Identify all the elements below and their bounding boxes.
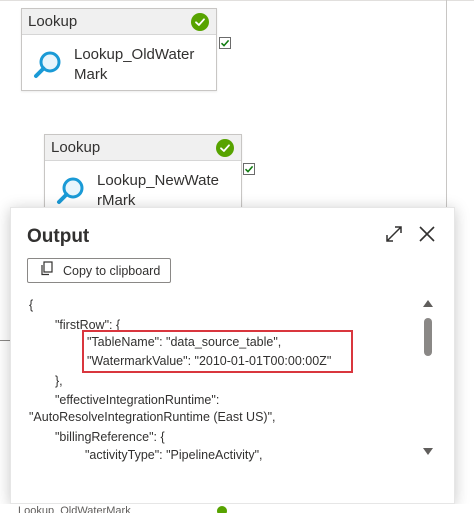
check-circle-icon bbox=[191, 12, 209, 31]
status-activity-name: Lookup_OldWaterMark bbox=[18, 505, 131, 513]
activity-lookup-old-watermark[interactable]: Lookup Lookup_OldWaterMark bbox=[21, 8, 217, 91]
activity-name-label: Lookup_NewWaterMark bbox=[97, 172, 220, 209]
check-circle-icon bbox=[216, 138, 234, 157]
canvas-top-border bbox=[0, 0, 474, 1]
lookup-magnifier-icon bbox=[55, 175, 87, 207]
scroll-up-icon[interactable] bbox=[423, 300, 433, 307]
activity-body: Lookup_NewWaterMark bbox=[45, 161, 241, 211]
copy-icon bbox=[40, 260, 54, 281]
activity-type-label: Lookup bbox=[28, 13, 78, 30]
copy-to-clipboard-label: Copy to clipboard bbox=[63, 263, 161, 278]
close-icon[interactable] bbox=[416, 223, 438, 245]
activity-body: Lookup_OldWaterMark bbox=[22, 35, 216, 85]
json-line: "effectiveIntegrationRuntime": bbox=[55, 393, 220, 407]
json-output[interactable]: { "firstRow": { "TableName": "data_sourc… bbox=[27, 296, 427, 496]
activity-name-label: Lookup_OldWaterMark bbox=[74, 46, 195, 83]
activity-lookup-new-watermark[interactable]: Lookup Lookup_NewWaterMark bbox=[44, 134, 242, 217]
copy-to-clipboard-button[interactable]: Copy to clipboard bbox=[27, 258, 171, 283]
json-line: { bbox=[29, 298, 34, 312]
success-dot-icon bbox=[217, 506, 227, 513]
activity-header: Lookup bbox=[45, 135, 241, 161]
checkbox-icon[interactable] bbox=[219, 37, 231, 49]
activity-type-label: Lookup bbox=[51, 139, 101, 156]
highlight-box bbox=[82, 330, 353, 373]
activity-status-row: Lookup_OldWaterMark bbox=[0, 504, 474, 513]
json-line: "AutoResolveIntegrationRuntime (East US)… bbox=[29, 410, 276, 424]
json-line: "billingReference": { bbox=[55, 430, 165, 444]
canvas-edge-tick bbox=[0, 340, 10, 341]
lookup-magnifier-icon bbox=[32, 49, 64, 81]
activity-header: Lookup bbox=[22, 9, 216, 35]
expand-icon[interactable] bbox=[383, 223, 405, 245]
checkbox-icon[interactable] bbox=[243, 163, 255, 175]
vertical-scrollbar[interactable] bbox=[421, 300, 435, 460]
json-line: }, bbox=[55, 374, 63, 388]
scroll-down-icon[interactable] bbox=[423, 448, 433, 455]
scrollbar-thumb[interactable] bbox=[424, 318, 432, 356]
output-title: Output bbox=[27, 226, 90, 247]
json-line: "activityType": "PipelineActivity", bbox=[85, 448, 263, 462]
output-dialog: Output Copy to clipboard { "firstRow": {… bbox=[10, 207, 455, 504]
